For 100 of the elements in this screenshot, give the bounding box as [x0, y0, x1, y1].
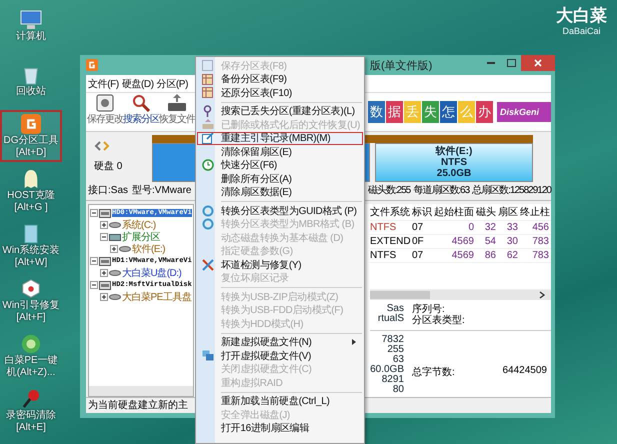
desktop-shortcut[interactable]: Win引导修复 [Alt+F] — [0, 275, 62, 327]
expand-toggle[interactable] — [100, 269, 108, 277]
table-cell-text: 33 — [506, 222, 519, 233]
shortcut-key: [Alt+W] — [14, 257, 48, 268]
menu-item[interactable]: 清除扇区数据(E) — [197, 186, 363, 199]
partition-block[interactable]: 软件(E:) NTFS 25.0GB — [375, 143, 533, 182]
column-header[interactable]: 文件系统 — [370, 205, 412, 219]
shortcut-label: 回收站 — [16, 86, 46, 97]
expand-toggle[interactable] — [100, 221, 108, 229]
scrollbar[interactable] — [89, 386, 193, 396]
collapse-toggle[interactable] — [90, 209, 98, 217]
menu-item[interactable]: 重新加载当前硬盘(Ctrl_L) — [197, 394, 363, 408]
collapse-toggle[interactable] — [90, 257, 98, 265]
banner-tile: 怎 — [440, 101, 457, 123]
menu-item[interactable]: 重建主引导记录(MBR)(M) — [197, 132, 363, 145]
toolbox-icon — [21, 279, 41, 299]
collapse-toggle[interactable] — [100, 233, 108, 241]
minimize-icon — [487, 62, 495, 64]
table-icon — [202, 74, 213, 85]
disk-upload-icon — [202, 119, 214, 130]
tree-item[interactable]: 大白菜U盘(D:) — [122, 266, 182, 280]
table-cell-text: 07 — [412, 250, 424, 261]
save-icon — [96, 94, 114, 112]
disk-info: 磁头数:255 — [368, 184, 410, 197]
column-header[interactable]: 磁头 — [476, 205, 498, 219]
monitor-icon — [20, 10, 42, 30]
banner-tile: 失 — [422, 101, 439, 123]
menu-item[interactable]: 硬盘(D) — [122, 76, 154, 90]
table-cell-text: 4569 — [450, 236, 475, 247]
tree-item[interactable]: 大白菜PE工具盘 — [122, 290, 192, 304]
nav-arrows-icon[interactable] — [94, 141, 110, 151]
table-cell-text: NTFS — [370, 250, 398, 261]
table-cell-text: 783 — [531, 236, 550, 247]
drive-icon — [109, 294, 121, 300]
file-icon — [24, 224, 38, 244]
edit-icon — [202, 132, 214, 144]
scroll-right-icon[interactable] — [539, 291, 545, 299]
menu-item[interactable]: 清除保留扇区(E) — [197, 145, 363, 158]
menu-item[interactable]: 快速分区(F6) — [197, 158, 363, 172]
detail-value: 7832 — [382, 335, 404, 345]
toolbar-button[interactable]: 搜索分区 — [123, 93, 159, 131]
table-cell-text: 0 — [467, 222, 475, 233]
detail-label: 分区表类型: — [412, 315, 465, 326]
menu-item[interactable]: 备份分区表(F9) — [197, 72, 363, 86]
menu-item[interactable]: 打开虚拟硬盘文件(V) — [197, 349, 363, 362]
desktop-shortcut[interactable]: 白菜PE一键 机(Alt+Z)... — [0, 330, 62, 382]
column-header[interactable]: 起始柱面 — [434, 205, 476, 219]
toolbar-button[interactable]: 保存更改 — [87, 93, 123, 131]
tree-item[interactable]: 系统(C:) — [122, 218, 156, 232]
expand-toggle[interactable] — [100, 293, 108, 301]
maximize-icon — [506, 59, 516, 67]
shortcut-key: [Alt+E] — [16, 422, 46, 433]
desktop-shortcut[interactable]: 回收站 — [0, 55, 62, 107]
close-button[interactable] — [521, 55, 555, 71]
expand-toggle[interactable] — [110, 245, 118, 253]
tree-item[interactable]: 软件(E:) — [132, 242, 166, 256]
disk-info: 每道扇区数:63 — [413, 184, 470, 197]
banner-tile: 数 — [368, 101, 385, 123]
desktop-shortcut[interactable]: Win系统安装 [Alt+W] — [0, 220, 62, 272]
cycle-icon — [202, 204, 214, 217]
detail-value: 255 — [387, 345, 404, 355]
table-cell-text: 4569 — [450, 250, 475, 261]
shortcut-label: HOST克隆 — [7, 190, 55, 201]
column-header[interactable]: 标识 — [412, 205, 434, 219]
desktop-shortcut[interactable]: DG分区工具 [Alt+D] — [0, 110, 62, 162]
desktop-shortcut[interactable]: HOST克隆 [Alt+G ] — [0, 165, 62, 217]
menu-item[interactable]: 文件(F) — [88, 76, 119, 90]
shortcut-key: [Alt+D] — [16, 147, 46, 158]
menu-item[interactable]: 新建虚拟硬盘文件(N) — [197, 336, 363, 349]
shortcut-label: 录密码清除 — [6, 410, 56, 421]
menu-item[interactable]: 分区(P) — [156, 76, 188, 90]
search-icon — [132, 94, 150, 112]
column-header[interactable]: 终止柱 — [520, 205, 551, 219]
table-cell-text: NTFS — [370, 222, 398, 233]
banner-brand: DiskGeni — [497, 102, 551, 122]
menu-item[interactable]: 删除所有分区(A) — [197, 172, 363, 186]
menu-item[interactable]: 搜索已丢失分区(重建分区表)(L) — [197, 104, 363, 118]
desktop-shortcut[interactable]: 计算机 — [0, 0, 62, 52]
floppy-icon — [202, 60, 213, 72]
desktop-shortcut[interactable]: 录密码清除 [Alt+E] — [0, 385, 62, 437]
cabbage-icon — [21, 334, 41, 354]
menu-item[interactable]: 还原分区表(F10) — [197, 86, 363, 100]
menu-item[interactable]: 转换分区表类型为GUID格式 (P) — [197, 204, 363, 218]
tree-item[interactable]: 扩展分区 — [122, 230, 160, 244]
cycle-icon — [202, 218, 214, 230]
extended-partition-icon — [109, 234, 121, 240]
table-cell-text: 32 — [484, 222, 497, 233]
collapse-toggle[interactable] — [90, 281, 98, 289]
scrollbar[interactable] — [370, 290, 551, 300]
drive-icon — [119, 246, 131, 252]
shortcut-label: Win系统安装 — [2, 245, 60, 256]
detail-value: 64424509 — [502, 365, 547, 378]
column-header[interactable]: 扇区 — [498, 205, 520, 219]
detail-label: 序列号: — [412, 304, 445, 315]
tools-icon — [202, 258, 214, 271]
detail-label: 总字节数: — [412, 366, 455, 379]
table-cell-text: 456 — [531, 222, 550, 233]
menu-item[interactable]: 坏道检测与修复(Y) — [197, 258, 363, 272]
menu-item[interactable]: 打开16进制扇区编辑 — [197, 422, 363, 435]
toolbar-button[interactable]: 恢复文件 — [159, 93, 195, 131]
